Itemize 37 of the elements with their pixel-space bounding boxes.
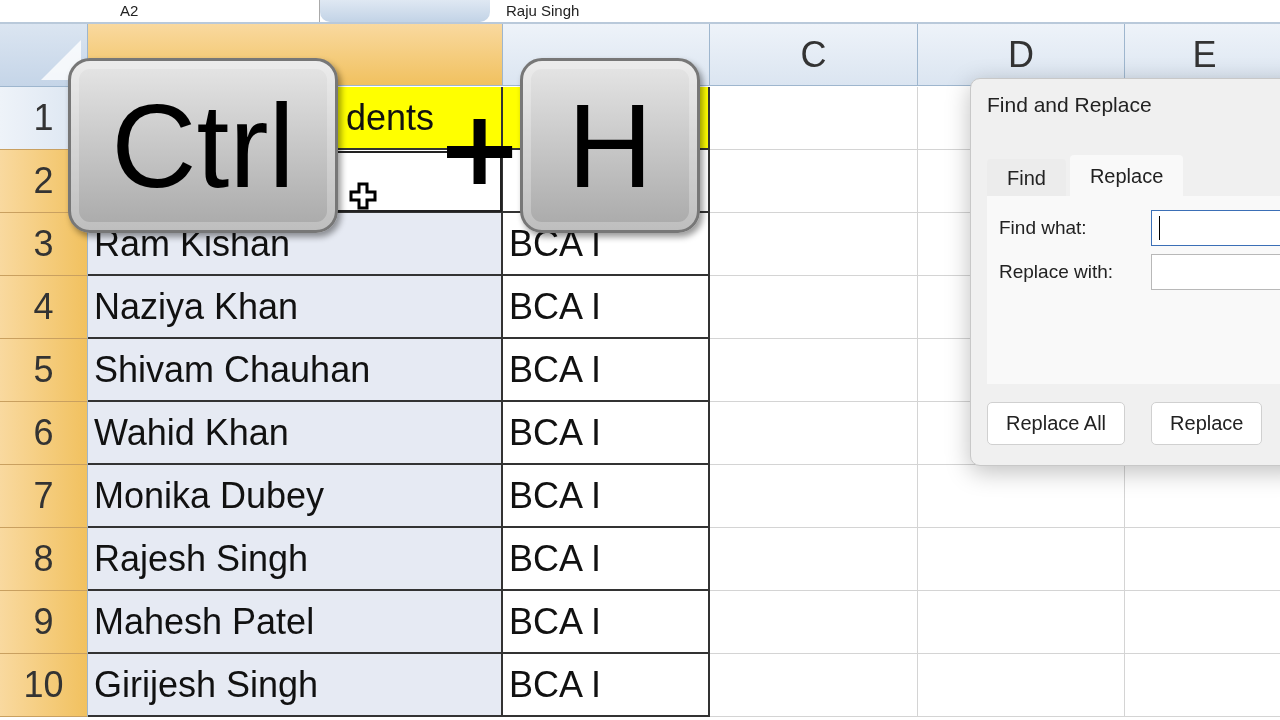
input-field[interactable] [1151, 210, 1280, 246]
dialog-tab[interactable]: Replace [1069, 155, 1184, 196]
table-cell: Shivam Chauhan [88, 339, 503, 402]
field-label: Replace with: [999, 261, 1115, 283]
row-header[interactable]: 6 [0, 402, 88, 465]
table-cell: BCA I [503, 654, 710, 717]
text-caret [1159, 216, 1160, 240]
table-cell: BCA I [503, 276, 710, 339]
dialog-button[interactable]: Replace [1151, 402, 1263, 445]
keyboard-key-overlay: Ctrl [68, 58, 338, 233]
table-cell: BCA I [503, 591, 710, 654]
table-cell: Wahid Khan [88, 402, 503, 465]
row-header[interactable]: 5 [0, 339, 88, 402]
table-cell: BCA I [503, 402, 710, 465]
table-cell: BCA I [503, 465, 710, 528]
table-cell: BCA I [503, 339, 710, 402]
row-header[interactable]: 3 [0, 213, 88, 276]
input-field[interactable] [1151, 254, 1280, 290]
formula-field[interactable]: Raju Singh [490, 0, 580, 22]
table-cell: BCA I [503, 528, 710, 591]
dialog-title: Find and Replace [987, 93, 1152, 116]
row-header[interactable]: 9 [0, 591, 88, 654]
table-cell: Rajesh Singh [88, 528, 503, 591]
row-header[interactable]: 7 [0, 465, 88, 528]
row-header[interactable]: 4 [0, 276, 88, 339]
table-cell: Mahesh Patel [88, 591, 503, 654]
row-header[interactable]: 10 [0, 654, 88, 717]
table-cell: Naziya Khan [88, 276, 503, 339]
dialog-button[interactable]: Replace All [987, 402, 1126, 445]
column-header[interactable]: D [918, 24, 1125, 86]
row-header[interactable]: 8 [0, 528, 88, 591]
table-cell: Girijesh Singh [88, 654, 503, 717]
column-header[interactable]: C [710, 24, 918, 86]
dialog-tab[interactable]: Find [987, 159, 1066, 196]
field-label: Find what: [999, 217, 1088, 239]
cell-cursor-icon [348, 181, 378, 211]
table-cell: Monika Dubey [88, 465, 503, 528]
